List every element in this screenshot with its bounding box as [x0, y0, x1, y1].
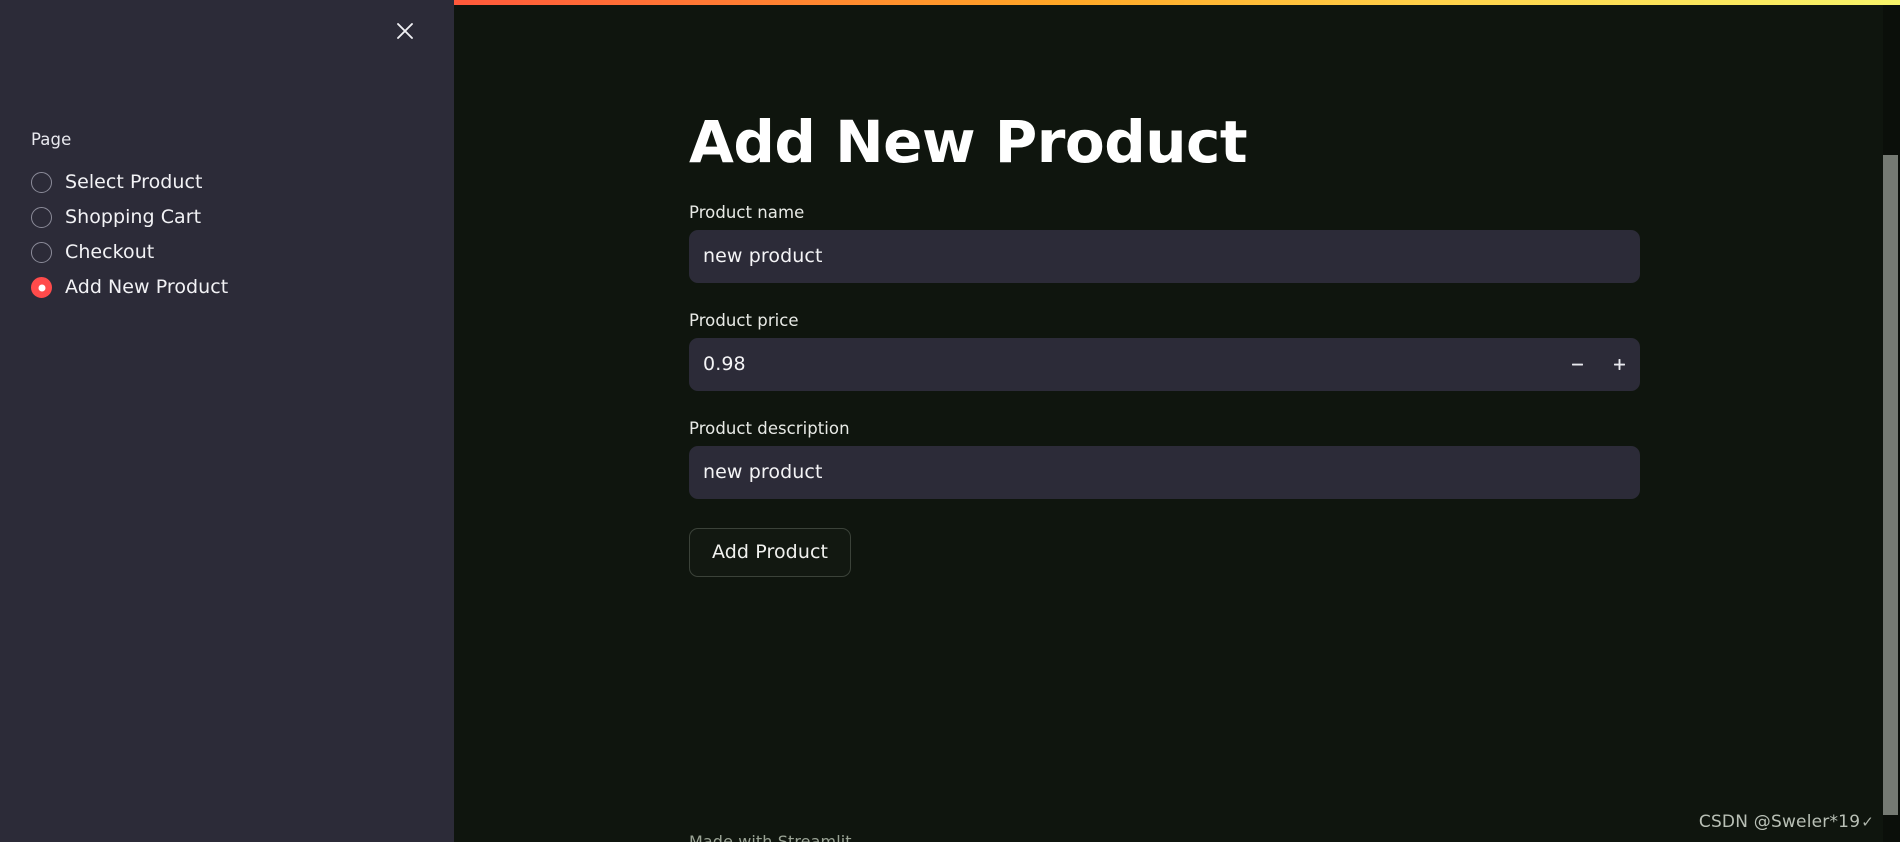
top-header-bar: Deploy: [908, 5, 1900, 67]
minus-icon[interactable]: [1556, 338, 1598, 391]
product-description-input[interactable]: new product: [689, 445, 1640, 499]
page-title: Add New Product: [689, 108, 1248, 176]
price-stepper: [1556, 338, 1640, 391]
product-price-value: 0.98: [703, 353, 746, 376]
sidebar-item-checkout[interactable]: Checkout: [31, 235, 411, 270]
form-container: Add New Product Product name new product…: [689, 0, 1874, 577]
field-product-price: Product price 0.98: [689, 311, 1874, 391]
check-icon: ✓: [1861, 813, 1874, 831]
app-window: Deploy Add New Product Product name new …: [0, 0, 1900, 842]
main-content-area: Deploy Add New Product Product name new …: [454, 0, 1900, 842]
field-product-name: Product name new product: [689, 203, 1874, 283]
sidebar-item-label: Add New Product: [65, 276, 229, 298]
vertical-scrollbar-thumb[interactable]: [1883, 155, 1898, 815]
sidebar: Page Select Product Shopping Cart Checko…: [0, 0, 454, 842]
field-label-product-price: Product price: [689, 310, 799, 330]
sidebar-group-label: Page: [31, 130, 72, 149]
field-product-description: Product description new product: [689, 419, 1874, 499]
plus-icon[interactable]: [1598, 338, 1640, 391]
sidebar-item-label: Shopping Cart: [65, 206, 202, 228]
product-name-value: new product: [703, 245, 823, 268]
field-label-product-name: Product name: [689, 202, 805, 222]
streamlit-footer-note: Made with Streamlit: [689, 832, 852, 842]
radio-icon-selected: [31, 277, 52, 298]
field-label-product-description: Product description: [689, 418, 850, 438]
sidebar-item-label: Select Product: [65, 171, 203, 193]
radio-icon: [31, 207, 52, 228]
add-product-button[interactable]: Add Product: [689, 527, 852, 577]
sidebar-nav: Page Select Product Shopping Cart Checko…: [31, 130, 411, 305]
gradient-sidebar-mask: [0, 0, 454, 5]
radio-icon: [31, 242, 52, 263]
sidebar-item-shopping-cart[interactable]: Shopping Cart: [31, 200, 411, 235]
sidebar-item-add-new-product[interactable]: Add New Product: [31, 270, 411, 305]
vertical-scrollbar-track[interactable]: [1883, 0, 1900, 842]
sidebar-item-label: Checkout: [65, 241, 155, 263]
radio-icon: [31, 172, 52, 193]
watermark-text: CSDN @Sweler*19: [1698, 812, 1861, 832]
product-description-value: new product: [703, 461, 823, 484]
close-icon[interactable]: [388, 14, 422, 48]
sidebar-item-select-product[interactable]: Select Product: [31, 165, 411, 200]
product-price-input[interactable]: 0.98: [689, 337, 1640, 391]
product-name-input[interactable]: new product: [689, 229, 1640, 283]
accent-gradient-bar: [0, 0, 1900, 5]
csdn-watermark: CSDN @Sweler*19 ✓: [1699, 812, 1874, 832]
